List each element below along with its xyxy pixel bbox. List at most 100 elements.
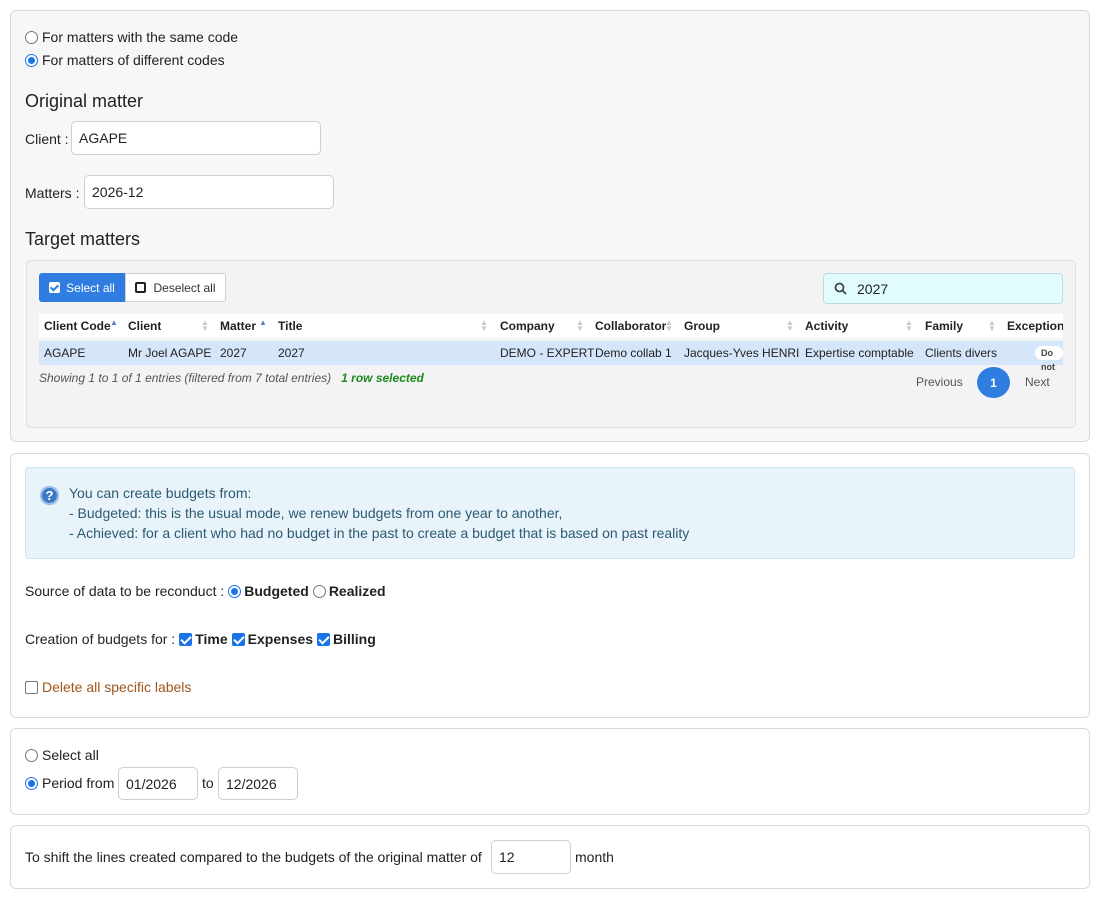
- table-info: Showing 1 to 1 of 1 entries (filtered fr…: [39, 371, 424, 385]
- cell-matter: 2027: [220, 346, 247, 360]
- realized-label: Realized: [328, 583, 386, 599]
- target-matters-heading: Target matters: [25, 229, 141, 249]
- same-code-label: For matters with the same code: [42, 29, 239, 45]
- checkbox-empty-icon: [135, 282, 147, 293]
- col-client-code[interactable]: Client Code: [44, 314, 111, 338]
- info-line-2: - Budgeted: this is the usual mode, we r…: [69, 505, 563, 521]
- col-family[interactable]: Family: [925, 314, 963, 338]
- sort-asc-icon: ▲: [259, 318, 267, 327]
- col-client[interactable]: Client: [128, 314, 161, 338]
- sort-icon: ▲ ▼: [988, 318, 996, 333]
- cell-client-code: AGAPE: [44, 346, 86, 360]
- matters-label: Matters :: [25, 185, 80, 201]
- col-matter[interactable]: Matter: [220, 314, 256, 338]
- info-alert: ? You can create budgets from: - Budgete…: [25, 467, 1075, 559]
- shift-panel: To shift the lines created compared to t…: [10, 825, 1090, 889]
- different-codes-option[interactable]: For matters of different codes: [25, 52, 225, 68]
- sort-icon: ▲ ▼: [786, 318, 794, 333]
- same-code-radio[interactable]: [25, 30, 38, 44]
- shift-label: To shift the lines created compared to t…: [25, 849, 482, 865]
- original-matter-heading: Original matter: [25, 91, 144, 111]
- cell-title: 2027: [278, 346, 305, 360]
- col-collaborator[interactable]: Collaborator: [595, 314, 666, 338]
- previous-page-link[interactable]: Previous: [916, 375, 963, 389]
- cell-collaborator: Demo collab 1: [595, 346, 672, 360]
- delete-labels-option[interactable]: Delete all specific labels: [25, 679, 191, 695]
- expenses-checkbox[interactable]: [231, 632, 245, 646]
- billing-label: Billing: [333, 631, 376, 647]
- sort-icon: ▲ ▼: [480, 318, 488, 333]
- different-codes-radio[interactable]: [25, 53, 38, 67]
- col-group[interactable]: Group: [684, 314, 720, 338]
- cell-activity: Expertise comptable: [805, 346, 914, 360]
- budgeted-label: Budgeted: [244, 583, 309, 599]
- copy-settings-panel: For matters with the same code For matte…: [10, 10, 1090, 442]
- source-budgeted-option[interactable]: Budgeted: [228, 583, 309, 599]
- cell-exceptional-badge: Do not: [1035, 346, 1063, 372]
- deselect-all-button[interactable]: Deselect all: [125, 273, 226, 302]
- period-select-all-option[interactable]: Select all: [25, 747, 99, 763]
- time-option[interactable]: Time: [179, 631, 228, 647]
- billing-checkbox[interactable]: [317, 632, 331, 646]
- billing-option[interactable]: Billing: [317, 631, 376, 647]
- search-input[interactable]: 2027: [857, 281, 888, 297]
- period-panel: Select all Period from 01/2026 to 12/202…: [10, 728, 1090, 815]
- select-all-button[interactable]: Select all: [39, 273, 125, 302]
- select-all-label: Select all: [66, 280, 115, 295]
- client-label: Client :: [25, 131, 69, 147]
- period-from-input[interactable]: 01/2026: [118, 767, 198, 800]
- same-code-option[interactable]: For matters with the same code: [25, 29, 238, 45]
- source-row: Source of data to be reconduct : Budgete…: [25, 583, 386, 599]
- period-to-input[interactable]: 12/2026: [218, 767, 298, 800]
- time-checkbox[interactable]: [179, 632, 193, 646]
- period-from-radio[interactable]: [25, 776, 38, 790]
- cell-client: Mr Joel AGAPE: [128, 346, 212, 360]
- time-label: Time: [195, 631, 228, 647]
- showing-entries-text: Showing 1 to 1 of 1 entries (filtered fr…: [39, 371, 332, 385]
- help-icon: ?: [40, 486, 59, 505]
- sort-icon: ▲ ▼: [201, 318, 209, 333]
- expenses-label: Expenses: [247, 631, 314, 647]
- sort-icon: ▲ ▼: [665, 318, 673, 333]
- client-input[interactable]: AGAPE: [71, 121, 321, 155]
- table-row[interactable]: AGAPE Mr Joel AGAPE 2027 2027 DEMO - EXP…: [39, 341, 1063, 372]
- col-company[interactable]: Company: [500, 314, 555, 338]
- period-select-all-label: Select all: [42, 747, 99, 763]
- sort-icon: ▲ ▼: [905, 318, 913, 333]
- shift-months-input[interactable]: 12: [491, 840, 571, 874]
- cell-family: Clients divers: [925, 346, 998, 360]
- budget-options-panel: ? You can create budgets from: - Budgete…: [10, 453, 1090, 718]
- source-realized-option[interactable]: Realized: [312, 583, 386, 599]
- col-exceptional[interactable]: Exceptional: [1007, 314, 1063, 338]
- period-from-label: Period from: [42, 775, 115, 791]
- sort-asc-icon: ▲: [110, 318, 118, 327]
- table-search-field[interactable]: 2027: [823, 273, 1063, 304]
- shift-unit-label: month: [575, 849, 614, 865]
- cell-group: Jacques-Yves HENRI: [684, 346, 800, 360]
- delete-labels-label: Delete all specific labels: [42, 679, 192, 695]
- next-page-link[interactable]: Next: [1025, 375, 1050, 389]
- cell-company: DEMO - EXPERT: [500, 346, 595, 360]
- checkbox-checked-icon: [49, 282, 61, 293]
- delete-labels-checkbox[interactable]: [25, 680, 38, 694]
- source-label: Source of data to be reconduct :: [25, 583, 225, 599]
- creation-label: Creation of budgets for :: [25, 631, 176, 647]
- realized-radio[interactable]: [312, 584, 326, 598]
- budgeted-radio[interactable]: [228, 584, 242, 598]
- creation-row: Creation of budgets for : Time Expenses …: [25, 631, 376, 647]
- search-icon: [834, 282, 847, 295]
- period-to-label: to: [202, 775, 214, 791]
- info-line-3: - Achieved: for a client who had no budg…: [69, 525, 690, 541]
- period-from-option[interactable]: Period from: [25, 775, 114, 791]
- expenses-option[interactable]: Expenses: [231, 631, 314, 647]
- period-select-all-radio[interactable]: [25, 748, 38, 762]
- different-codes-label: For matters of different codes: [42, 52, 225, 68]
- info-line-1: You can create budgets from:: [69, 485, 252, 501]
- deselect-all-label: Deselect all: [153, 280, 216, 295]
- rows-selected-text: 1 row selected: [341, 371, 424, 385]
- col-title[interactable]: Title: [278, 314, 302, 338]
- page-1-button[interactable]: 1: [977, 367, 1010, 398]
- col-activity[interactable]: Activity: [805, 314, 848, 338]
- target-matters-table-card: Select all Deselect all 2027 Client Code…: [26, 260, 1076, 428]
- matters-input[interactable]: 2026-12: [84, 175, 334, 209]
